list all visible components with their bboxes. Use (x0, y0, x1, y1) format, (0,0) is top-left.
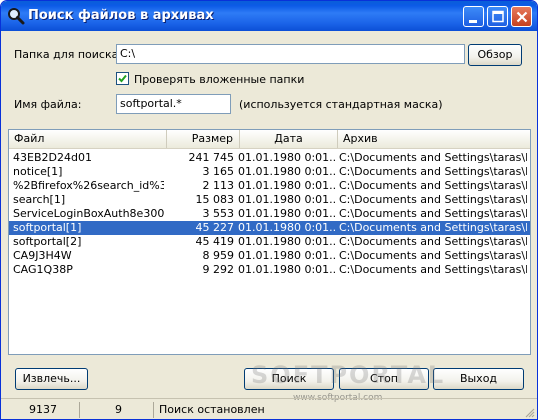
table-row[interactable]: search[1] 15 083 01.01.1980 0:01... C:\Docu… (9, 193, 530, 207)
table-row[interactable]: CAG1Q38P 9 292 01.01.1980 0:01... C:\Docume… (9, 263, 530, 277)
column-header-archive[interactable]: Архив (338, 130, 530, 148)
maximize-button[interactable] (487, 6, 508, 27)
cell-file: CA9J3H4W (13, 249, 72, 262)
title-bar[interactable]: Поиск файлов в архивах (1, 1, 537, 31)
folder-input[interactable]: C:\ (116, 44, 465, 64)
table-row[interactable]: notice[1] 3 165 01.01.1980 0:01... C:\Docum… (9, 165, 530, 179)
search-window: Поиск файлов в архивах Папка для поиска:… (0, 0, 538, 420)
cell-archive: C:\Documents and Settings\taras\Lo... (339, 193, 527, 206)
folder-label: Папка для поиска: (14, 48, 123, 61)
status-files-scanned: 9137 (29, 403, 57, 416)
cell-size: 3 553 (202, 207, 235, 220)
cell-date: 01.01.1980 0:01... (238, 193, 335, 206)
status-message: Поиск остановлен (159, 403, 265, 416)
table-row[interactable]: ServiceLoginBoxAuth8e300... 3 553 01.01.19… (9, 207, 530, 221)
maximize-icon (492, 10, 504, 23)
minimize-icon (469, 20, 477, 23)
table-row[interactable]: softportal[1] 45 227 01.01.1980 0:01... C:\… (9, 221, 530, 235)
status-divider (153, 402, 154, 418)
table-row[interactable]: %2Bfirefox%26search_id%3... 2 113 01.01.19… (9, 179, 530, 193)
cell-file: %2Bfirefox%26search_id%3... (13, 179, 164, 192)
checkmark-icon (118, 74, 127, 83)
cell-archive: C:\Documents and Settings\taras\Lo... (339, 179, 527, 192)
browse-button[interactable]: Обзор (468, 44, 522, 66)
cell-date: 01.01.1980 0:01... (238, 151, 335, 164)
subfolders-label: Проверять вложенные папки (134, 73, 305, 86)
cell-date: 01.01.1980 0:01... (238, 249, 335, 262)
filename-label: Имя файла: (14, 98, 82, 111)
column-header-file[interactable]: Файл (9, 130, 167, 148)
cell-size: 9 292 (202, 263, 235, 276)
table-row[interactable]: 43EB2D24d01 241 745 01.01.1980 0:01... C:\D… (9, 151, 530, 165)
cell-size: 241 745 (188, 151, 235, 164)
cell-date: 01.01.1980 0:01... (238, 207, 335, 220)
extract-button[interactable]: Извлечь... (15, 368, 88, 390)
cell-archive: C:\Documents and Settings\taras\Lo... (339, 165, 527, 178)
minimize-button[interactable] (463, 6, 484, 27)
cell-file: search[1] (13, 193, 66, 206)
cell-date: 01.01.1980 0:01... (238, 235, 335, 248)
close-icon (516, 11, 528, 23)
status-divider (79, 402, 80, 418)
cell-archive: C:\Documents and Settings\taras\Lo... (339, 263, 527, 276)
table-row[interactable]: CA9J3H4W 8 959 01.01.1980 0:01... C:\Docume… (9, 249, 530, 263)
watermark-brand: SOFTPORTAL (251, 361, 446, 389)
cell-date: 01.01.1980 0:01... (238, 165, 335, 178)
close-button[interactable] (511, 6, 532, 27)
filename-input[interactable]: softportal.* (116, 94, 231, 114)
results-list[interactable]: Файл Размер Дата Архив 43EB2D24d01 241 74… (8, 129, 531, 355)
cell-date: 01.01.1980 0:01... (238, 221, 335, 234)
cell-file: notice[1] (13, 165, 63, 178)
cell-file: softportal[2] (13, 235, 82, 248)
column-header-size[interactable]: Размер (167, 130, 240, 148)
cell-size: 45 227 (195, 221, 235, 234)
resize-grip-icon[interactable] (524, 407, 535, 418)
cell-file: 43EB2D24d01 (13, 151, 92, 164)
cell-archive: C:\Documents and Settings\taras\Lo... (339, 207, 527, 220)
cell-size: 45 419 (195, 235, 235, 248)
exit-button[interactable]: Выход (433, 368, 524, 390)
cell-file: softportal[1] (13, 221, 82, 234)
column-header-date[interactable]: Дата (240, 130, 338, 148)
cell-size: 15 083 (195, 193, 235, 206)
cell-size: 8 959 (202, 249, 235, 262)
table-row[interactable]: softportal[2] 45 419 01.01.1980 0:01... C:\… (9, 235, 530, 249)
window-title: Поиск файлов в архивах (28, 8, 214, 23)
status-bar: 9137 9 Поиск остановлен (1, 398, 537, 419)
cell-file: CAG1Q38P (13, 263, 73, 276)
cell-date: 01.01.1980 0:01... (238, 263, 335, 276)
cell-archive: C:\Documents and Settings\taras\Lo... (339, 249, 527, 262)
cell-archive: C:\Documents and Settings\taras\Lo... (339, 235, 527, 248)
mask-hint: (используется стандартная маска) (239, 98, 443, 111)
cell-size: 2 113 (202, 179, 235, 192)
results-header: Файл Размер Дата Архив (9, 130, 530, 149)
cell-file: ServiceLoginBoxAuth8e300... (13, 207, 164, 220)
subfolders-checkbox[interactable] (116, 72, 129, 85)
magnifier-icon (8, 8, 25, 25)
status-found-count: 9 (115, 403, 122, 416)
cell-date: 01.01.1980 0:01... (238, 179, 335, 192)
cell-size: 3 165 (202, 165, 235, 178)
cell-archive: C:\Documents and Settings\taras\Lo... (339, 151, 527, 164)
cell-archive: C:\Documents and Settings\taras\Lo... (339, 221, 527, 234)
